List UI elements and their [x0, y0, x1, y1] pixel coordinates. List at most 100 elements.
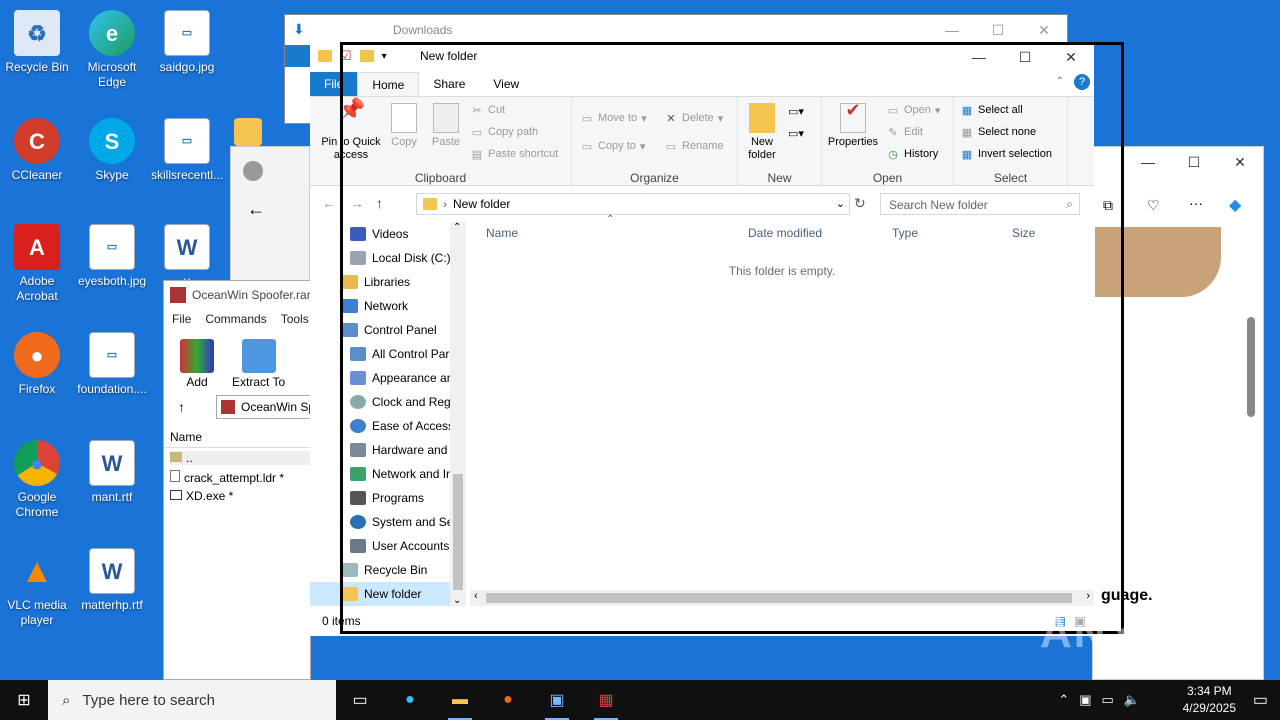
edge-window[interactable]: — ☐ ✕ ⧉ ♡ ··· ◆ guage. [1092, 146, 1264, 680]
maximize-button[interactable]: ☐ [975, 15, 1021, 45]
collapse-ribbon-icon[interactable]: ⌃ [1056, 76, 1064, 87]
tab-file[interactable]: File [310, 72, 358, 96]
close-button[interactable]: ✕ [1021, 15, 1067, 45]
maximize-button[interactable]: ☐ [1002, 42, 1048, 72]
edge-taskbar-icon[interactable]: ● [396, 686, 424, 714]
nav-item-new-folder[interactable]: New folder [310, 582, 450, 606]
column-header-type[interactable]: Type [892, 226, 918, 240]
cut-button[interactable]: ✂ Cut [470, 103, 505, 117]
add-button[interactable]: Add [180, 339, 214, 389]
nav-item-ease-of-access[interactable]: Ease of Access [350, 414, 450, 438]
invert-selection-button[interactable]: ▦ Invert selection [960, 147, 1052, 161]
network-app-taskbar-icon[interactable]: ▣ [543, 686, 571, 720]
new-item-icon[interactable]: ▭▾ [788, 105, 804, 118]
select-all-button[interactable]: ▦ Select all [960, 103, 1023, 117]
column-header-name[interactable]: Name [164, 426, 312, 448]
tab-view[interactable]: View [479, 72, 533, 96]
history-button[interactable]: ◷ History [886, 147, 938, 161]
paste-button[interactable]: Paste [428, 103, 464, 149]
nav-scrollbar[interactable]: ⌃ ⌄ [450, 222, 466, 606]
show-hidden-icons-icon[interactable]: ⌃ [1058, 692, 1069, 708]
task-view-icon[interactable]: ▭ [346, 686, 374, 714]
edit-button[interactable]: ✎ Edit [886, 125, 923, 139]
pin-quick-access-button[interactable]: 📌 Pin to Quick access [316, 99, 386, 162]
maximize-button[interactable]: ☐ [1171, 147, 1217, 177]
more-icon[interactable]: ··· [1189, 195, 1203, 211]
winrar-window[interactable]: OceanWin Spoofer.rar File Commands Tools… [163, 280, 316, 680]
customize-qat-icon[interactable]: ▾ [382, 51, 387, 62]
scroll-down-icon[interactable]: ⌄ [453, 595, 461, 606]
desktop-icon-eyesboth[interactable]: ▭ eyesboth.jpg [75, 224, 149, 289]
search-input[interactable]: Search New folder ⌕ [880, 193, 1080, 215]
scrollbar-thumb[interactable] [453, 474, 463, 590]
breadcrumb[interactable]: New folder [453, 197, 510, 211]
desktop-icon-mant[interactable]: W mant.rtf [75, 440, 149, 505]
desktop-icon-vlc[interactable]: ▲ VLC media player [0, 548, 74, 628]
list-item[interactable]: .. [170, 451, 310, 465]
column-header-date[interactable]: Date modified [748, 226, 822, 240]
list-item[interactable]: crack_attempt.ldr * [170, 470, 284, 485]
new-folder-button[interactable]: New folder [740, 103, 784, 162]
help-icon[interactable]: ? [1074, 74, 1090, 90]
desktop-icon-skillsrecent[interactable]: ▭ skillsrecentl... [150, 118, 224, 183]
desktop-icon-matterhp[interactable]: W matterhp.rtf [75, 548, 149, 613]
list-item[interactable]: XD.exe * [170, 489, 233, 503]
open-button[interactable]: ▭ Open ▾ [886, 103, 941, 117]
scrollbar-thumb[interactable] [486, 593, 1072, 603]
menu-commands[interactable]: Commands [205, 312, 266, 326]
archive-path-field[interactable]: OceanWin Sp [216, 395, 316, 419]
address-bar[interactable]: › New folder ⌄ [416, 193, 850, 215]
delete-button[interactable]: ✕ Delete ▾ [664, 111, 723, 125]
desktop-icon-foundation[interactable]: ▭ foundation.... [75, 332, 149, 397]
menu-tools[interactable]: Tools [281, 312, 309, 326]
clock[interactable]: 3:34 PM 4/29/2025 [1183, 683, 1236, 717]
nav-item-system-security[interactable]: System and Se [350, 510, 450, 534]
scroll-left-icon[interactable]: ‹ [474, 590, 478, 602]
minimize-button[interactable]: — [956, 42, 1002, 72]
scroll-right-icon[interactable]: › [1086, 590, 1090, 602]
column-header-size[interactable]: Size [1012, 226, 1035, 240]
nav-item-appearance[interactable]: Appearance an [350, 366, 450, 390]
nav-item-all-control-panel[interactable]: All Control Par [350, 342, 450, 366]
nav-item-user-accounts[interactable]: User Accounts [350, 534, 450, 558]
tab-share[interactable]: Share [419, 72, 479, 96]
forward-arrow-icon[interactable]: → [350, 195, 364, 211]
up-arrow-icon[interactable]: ↑ [178, 399, 185, 415]
up-arrow-icon[interactable]: ↑ [376, 195, 383, 211]
minimize-button[interactable]: — [1125, 147, 1171, 177]
new-folder-icon[interactable] [359, 50, 374, 62]
desktop-icon-skype[interactable]: S Skype [75, 118, 149, 183]
nav-item-local-disk[interactable]: Local Disk (C:) [350, 246, 490, 270]
desktop-icon-ccleaner[interactable]: C CCleaner [0, 118, 74, 183]
scrollbar[interactable] [1247, 317, 1255, 417]
file-explorer-taskbar-icon[interactable]: ▬ [446, 686, 474, 720]
paste-shortcut-button[interactable]: ▤ Paste shortcut [470, 147, 559, 161]
tab-home[interactable]: Home [357, 72, 420, 96]
file-list[interactable]: ⌃ Name Date modified Type Size This fold… [470, 214, 1090, 606]
close-button[interactable]: ✕ [1217, 147, 1263, 177]
collections-icon[interactable]: ⧉ [1103, 197, 1113, 214]
minimize-button[interactable]: — [929, 15, 975, 45]
desktop-icon-recycle-bin[interactable]: ♻ Recycle Bin [0, 10, 74, 75]
scroll-up-icon[interactable]: ⌃ [453, 222, 461, 233]
menu-file[interactable]: File [172, 312, 191, 326]
select-none-button[interactable]: ▦ Select none [960, 125, 1036, 139]
nav-item-clock-region[interactable]: Clock and Regi [350, 390, 450, 414]
rename-button[interactable]: ▭ Rename [664, 139, 724, 153]
copy-to-button[interactable]: ▭ Copy to ▾ [580, 139, 646, 153]
file-explorer-window[interactable]: ☑ ▾ New folder — ☐ ✕ File Home Share Vie… [310, 42, 1094, 636]
title-bar[interactable]: ☑ ▾ New folder — ☐ ✕ [310, 42, 1094, 70]
back-arrow-icon[interactable]: ← [247, 199, 265, 220]
volume-icon[interactable]: 🔈 [1124, 692, 1140, 708]
easy-access-icon[interactable]: ▭▾ [788, 127, 804, 140]
device-icon[interactable]: ▣ [1079, 692, 1091, 708]
desktop-icon-google-chrome[interactable]: ● Google Chrome [0, 440, 74, 520]
firefox-taskbar-icon[interactable]: ● [494, 686, 522, 714]
start-button[interactable]: ⊞ [0, 680, 48, 720]
winrar-taskbar-icon[interactable]: ▦ [592, 686, 620, 720]
desktop-icon-firefox[interactable]: ● Firefox [0, 332, 74, 397]
close-button[interactable]: ✕ [1048, 42, 1094, 72]
address-dropdown-icon[interactable]: ⌄ [836, 197, 845, 210]
nav-item-videos[interactable]: Videos [350, 222, 490, 246]
nav-item-hardware[interactable]: Hardware and [350, 438, 450, 462]
